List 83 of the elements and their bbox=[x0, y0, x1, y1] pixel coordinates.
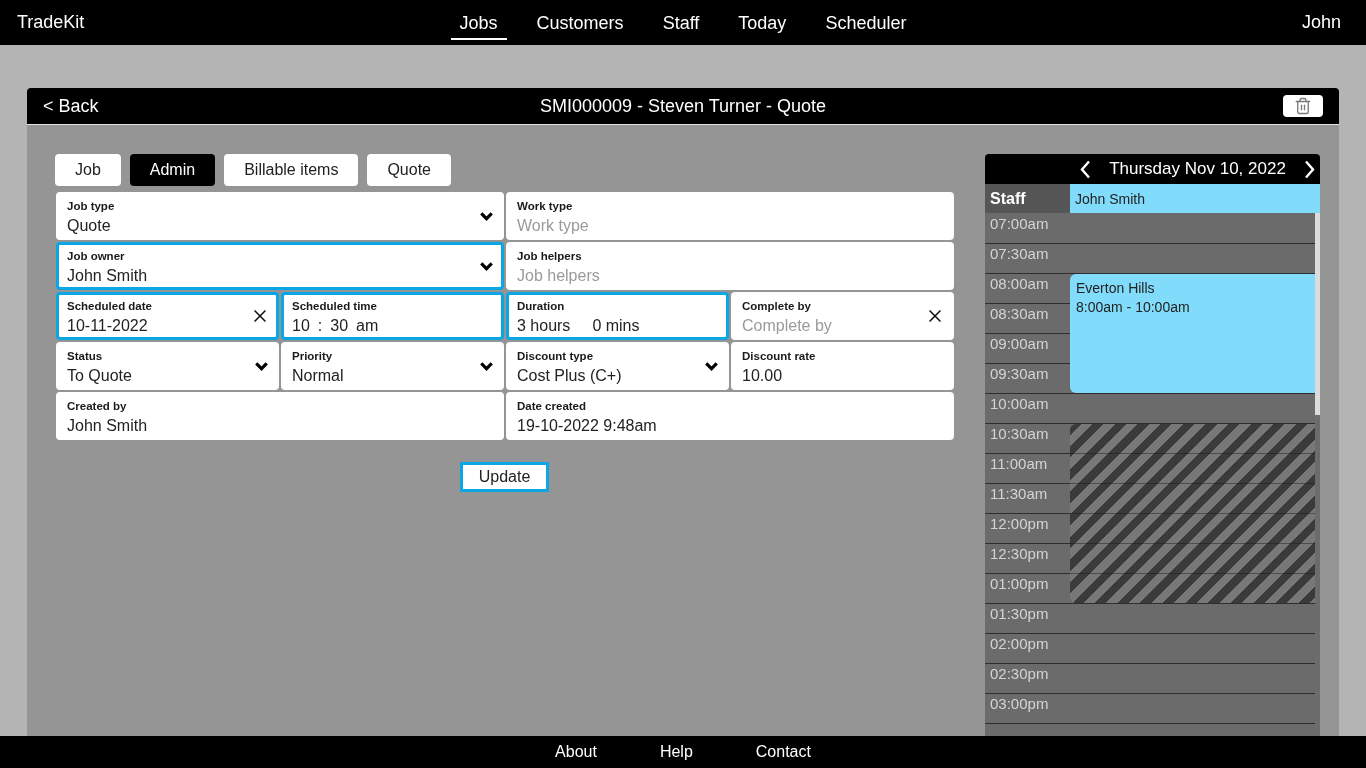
tab[interactable]: Quote bbox=[367, 154, 451, 186]
time-label: 09:30am bbox=[990, 365, 1049, 383]
nav-link[interactable]: Today bbox=[729, 0, 796, 40]
time-label: 10:30am bbox=[990, 425, 1049, 443]
text-field[interactable]: Job helpers Job helpers bbox=[506, 242, 954, 290]
brand-name: TradeKit bbox=[17, 12, 85, 33]
field-label: Created by bbox=[67, 399, 127, 413]
event-title: Everton Hills bbox=[1076, 280, 1155, 296]
dropdown-field[interactable]: Job type Quote bbox=[56, 192, 504, 240]
text-field[interactable]: Date created 19-10-2022 9:48am bbox=[506, 392, 954, 440]
delete-button[interactable] bbox=[1283, 95, 1323, 117]
date-field[interactable]: Complete by Complete by bbox=[731, 292, 954, 340]
text-field[interactable]: Created by John Smith bbox=[56, 392, 504, 440]
time-label: 07:00am bbox=[990, 215, 1049, 233]
tab[interactable]: Billable items bbox=[224, 154, 359, 186]
trash-icon bbox=[1294, 97, 1312, 115]
time-label: 02:30pm bbox=[990, 665, 1049, 683]
nav-link[interactable]: Customers bbox=[527, 0, 633, 40]
time-label: 10:00am bbox=[990, 395, 1049, 413]
clear-icon[interactable] bbox=[254, 310, 266, 322]
chevron-down-icon bbox=[255, 361, 268, 371]
field-label: Date created bbox=[517, 399, 587, 413]
dropdown-field[interactable]: Job owner John Smith bbox=[56, 242, 504, 290]
time-label: 11:00am bbox=[990, 455, 1048, 473]
text-input[interactable]: Complete by bbox=[742, 316, 923, 336]
field-label: Priority bbox=[292, 349, 333, 363]
footer-link[interactable]: Contact bbox=[755, 743, 811, 761]
text-field[interactable]: Work type Work type bbox=[506, 192, 954, 240]
time-field[interactable]: Scheduled time 10 : 30 am bbox=[281, 292, 504, 340]
tab[interactable]: Admin bbox=[129, 154, 216, 186]
user-name[interactable]: John bbox=[1301, 12, 1341, 33]
chevron-left-icon[interactable] bbox=[1080, 159, 1090, 179]
staff-name: John Smith bbox=[1070, 184, 1320, 213]
field-label: Discount rate bbox=[742, 349, 816, 363]
time-label: 12:30pm bbox=[990, 545, 1049, 563]
text-field[interactable]: Discount rate 10.00 bbox=[731, 342, 954, 390]
text-input[interactable]: Job helpers bbox=[517, 266, 943, 286]
field-label: Work type bbox=[517, 199, 573, 213]
time-label: 12:00pm bbox=[990, 515, 1049, 533]
update-button[interactable]: Update bbox=[459, 462, 550, 492]
field-label: Scheduled date bbox=[67, 299, 152, 313]
chevron-down-icon bbox=[480, 211, 493, 221]
footer-link[interactable]: Help bbox=[659, 743, 693, 761]
time-label: 11:30am bbox=[990, 485, 1048, 503]
nav-link[interactable]: Scheduler bbox=[816, 0, 916, 40]
field-label: Complete by bbox=[742, 299, 811, 313]
duration-field[interactable]: Duration 3 hours 0 mins bbox=[506, 292, 729, 340]
tab[interactable]: Job bbox=[55, 154, 121, 186]
dropdown-field[interactable]: Discount type Cost Plus (C+) bbox=[506, 342, 729, 390]
back-link[interactable]: < Back bbox=[43, 95, 99, 117]
field-label: Job owner bbox=[67, 249, 125, 263]
chevron-right-icon[interactable] bbox=[1305, 159, 1315, 179]
calendar-date: Thursday Nov 10, 2022 bbox=[1109, 159, 1286, 179]
time-label: 07:30am bbox=[990, 245, 1049, 263]
text-input[interactable]: Work type bbox=[517, 216, 943, 236]
nav-link[interactable]: Staff bbox=[653, 0, 709, 40]
field-label: Duration bbox=[517, 299, 565, 313]
footer-link[interactable]: About bbox=[555, 743, 597, 761]
date-field[interactable]: Scheduled date 10-11-2022 bbox=[56, 292, 279, 340]
chevron-down-icon bbox=[705, 361, 718, 371]
time-label: 01:30pm bbox=[990, 605, 1049, 623]
dropdown-field[interactable]: Status To Quote bbox=[56, 342, 279, 390]
time-label: 08:00am bbox=[990, 275, 1049, 293]
field-label: Job type bbox=[67, 199, 115, 213]
clear-icon[interactable] bbox=[929, 310, 941, 322]
time-label: 03:00pm bbox=[990, 695, 1049, 713]
chevron-down-icon bbox=[480, 361, 493, 371]
field-label: Discount type bbox=[517, 349, 594, 363]
field-label: Job helpers bbox=[517, 249, 582, 263]
time-label: 01:00pm bbox=[990, 575, 1049, 593]
calendar-event[interactable]: Everton Hills 8:00am - 10:00am bbox=[1070, 274, 1315, 393]
nav-link[interactable]: Jobs bbox=[450, 0, 507, 40]
staff-heading: Staff bbox=[985, 184, 1070, 213]
time-label: 09:00am bbox=[990, 335, 1049, 353]
time-label: 08:30am bbox=[990, 305, 1049, 323]
chevron-down-icon bbox=[480, 261, 493, 271]
scrollbar-thumb[interactable] bbox=[1315, 213, 1320, 415]
field-label: Status bbox=[67, 349, 103, 363]
event-time: 8:00am - 10:00am bbox=[1076, 299, 1190, 315]
field-label: Scheduled time bbox=[292, 299, 377, 313]
page-title: SMI000009 - Steven Turner - Quote bbox=[539, 95, 827, 117]
dropdown-field[interactable]: Priority Normal bbox=[281, 342, 504, 390]
time-label: 02:00pm bbox=[990, 635, 1049, 653]
